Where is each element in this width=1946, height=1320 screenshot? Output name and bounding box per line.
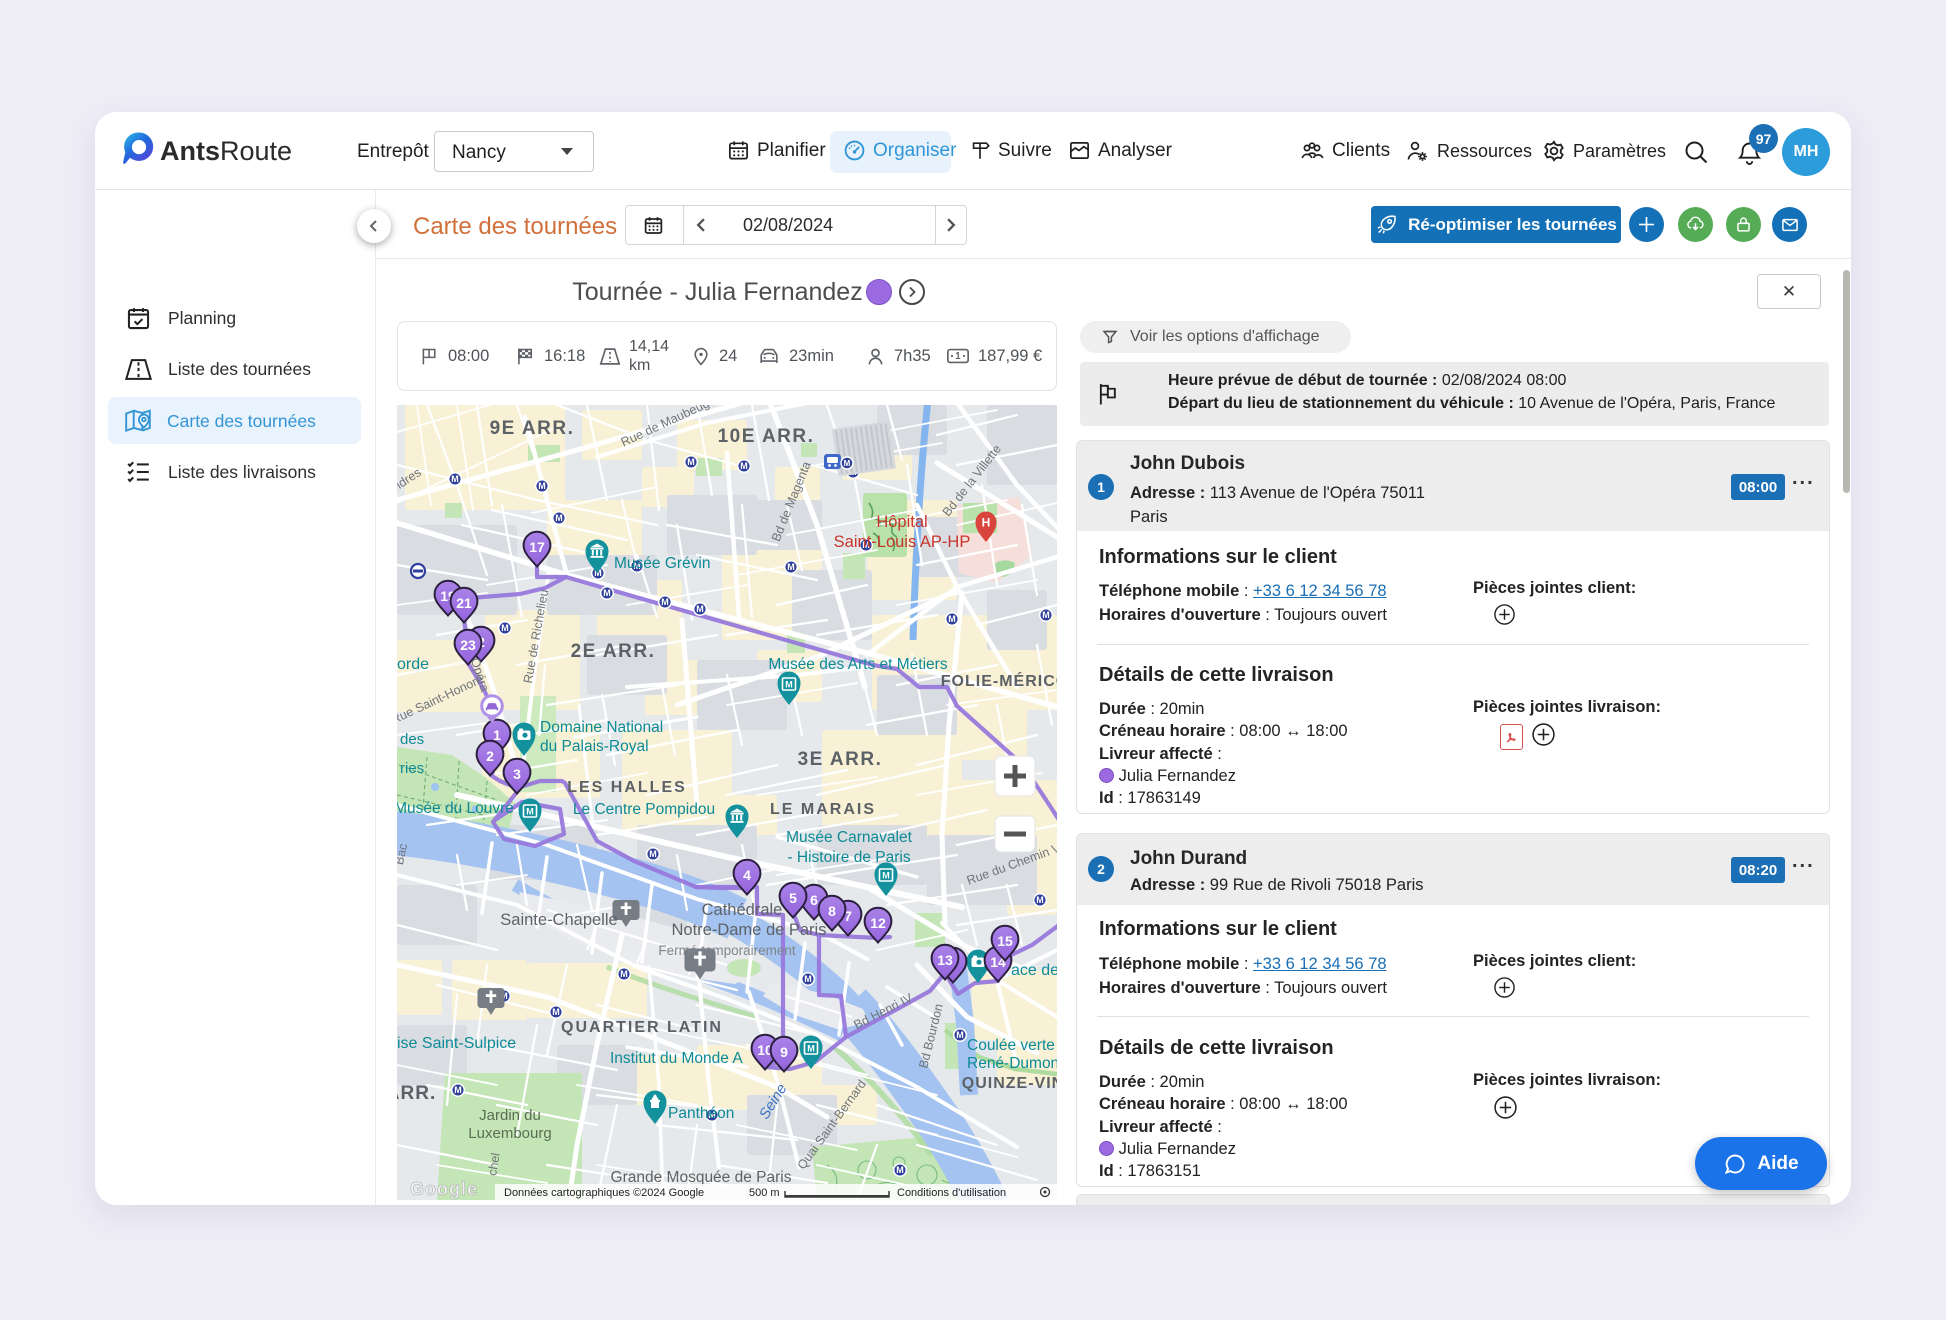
svg-text:LES HALLES: LES HALLES [567, 779, 687, 796]
svg-text:13: 13 [937, 952, 953, 968]
svg-text:Domaine National: Domaine National [540, 719, 663, 736]
svg-text:M: M [807, 1044, 815, 1054]
svg-text:12: 12 [870, 915, 886, 931]
svg-text:M: M [844, 459, 851, 468]
svg-text:Musée du Louvre: Musée du Louvre [397, 800, 514, 817]
svg-text:M: M [882, 871, 890, 881]
svg-text:23: 23 [460, 637, 476, 653]
svg-text:M: M [501, 623, 509, 633]
svg-text:M: M [620, 969, 628, 979]
svg-text:Données cartographiques ©2024: Données cartographiques ©2024 Google [504, 1187, 704, 1199]
svg-text:M: M [687, 457, 695, 467]
svg-text:René-Dumon: René-Dumon [967, 1055, 1057, 1072]
svg-text:500 m: 500 m [749, 1187, 780, 1199]
svg-text:H: H [982, 516, 991, 530]
svg-text:2E ARR.: 2E ARR. [571, 641, 656, 662]
svg-text:3: 3 [513, 766, 521, 782]
svg-text:Notre-Dame de Paris: Notre-Dame de Paris [672, 921, 827, 939]
svg-text:Fermé temporairement: Fermé temporairement [658, 943, 796, 958]
svg-text:Musée Grévin: Musée Grévin [614, 555, 710, 572]
svg-text:M: M [785, 680, 793, 690]
svg-text:M: M [1036, 895, 1044, 905]
svg-text:1: 1 [955, 351, 961, 362]
svg-text:QUARTIER LATIN: QUARTIER LATIN [561, 1019, 723, 1036]
svg-text:1: 1 [493, 727, 501, 743]
svg-text:15: 15 [997, 933, 1013, 949]
svg-text:Google: Google [410, 1179, 478, 1199]
svg-text:Grande Mosquée de Paris: Grande Mosquée de Paris [611, 1169, 792, 1186]
svg-text:LE MARAIS: LE MARAIS [770, 801, 876, 818]
svg-text:17: 17 [529, 539, 545, 555]
svg-text:Conditions d'utilisation: Conditions d'utilisation [897, 1187, 1006, 1199]
svg-text:M: M [661, 597, 669, 607]
svg-text:ries: ries [400, 760, 424, 777]
svg-text:6: 6 [810, 892, 818, 908]
svg-text:M: M [696, 604, 704, 614]
svg-text:M: M [896, 1165, 904, 1175]
svg-text:- Histoire de Paris: - Histoire de Paris [787, 849, 910, 866]
svg-text:du Palais-Royal: du Palais-Royal [540, 738, 649, 755]
svg-text:Saint-Louis AP-HP: Saint-Louis AP-HP [834, 533, 971, 551]
svg-text:Sainte-Chapelle: Sainte-Chapelle [500, 911, 617, 929]
svg-text:M: M [956, 1030, 964, 1040]
svg-text:M: M [454, 1085, 462, 1095]
svg-text:M: M [526, 807, 534, 817]
svg-text:Musée Carnavalet: Musée Carnavalet [786, 829, 912, 846]
svg-text:21: 21 [456, 595, 472, 611]
svg-text:M: M [804, 974, 812, 984]
svg-text:2: 2 [486, 748, 494, 764]
svg-text:5: 5 [789, 890, 797, 906]
svg-text:Coulée verte: Coulée verte [967, 1037, 1055, 1054]
svg-text:Institut du Monde A: Institut du Monde A [610, 1050, 743, 1067]
svg-text:QUINZE-VIN: QUINZE-VIN [962, 1075, 1057, 1092]
svg-text:orde: orde [397, 656, 429, 673]
svg-text:Luxembourg: Luxembourg [468, 1125, 551, 1142]
svg-text:M: M [948, 614, 956, 624]
svg-text:10E ARR.: 10E ARR. [718, 426, 815, 447]
svg-text:des: des [400, 731, 424, 748]
svg-text:FOLIE-MÉRICO: FOLIE-MÉRICO [941, 671, 1057, 690]
svg-text:Panthéon: Panthéon [668, 1105, 734, 1122]
svg-text:ise Saint-Sulpice: ise Saint-Sulpice [397, 1035, 516, 1052]
svg-text:M: M [555, 513, 563, 523]
svg-text:9: 9 [780, 1044, 788, 1060]
svg-text:ARR.: ARR. [397, 1083, 436, 1104]
svg-text:Musée des Arts et Métiers: Musée des Arts et Métiers [768, 656, 947, 673]
svg-text:M: M [1042, 610, 1050, 620]
svg-text:M: M [552, 1007, 560, 1017]
svg-text:8: 8 [828, 903, 836, 919]
svg-text:3E ARR.: 3E ARR. [798, 749, 883, 770]
svg-text:9E ARR.: 9E ARR. [490, 418, 575, 439]
svg-text:M: M [538, 481, 546, 491]
svg-text:Le Centre Pompidou: Le Centre Pompidou [573, 801, 715, 818]
svg-text:4: 4 [743, 867, 751, 883]
svg-text:M: M [649, 849, 657, 859]
svg-text:M: M [603, 588, 611, 598]
svg-text:Cathédrale: Cathédrale [702, 901, 783, 919]
svg-text:M: M [451, 474, 459, 484]
svg-text:ace de: ace de [1011, 962, 1057, 979]
svg-text:M: M [740, 461, 748, 471]
svg-text:Jardin du: Jardin du [479, 1107, 541, 1124]
svg-text:M: M [787, 562, 795, 572]
svg-text:Hôpital: Hôpital [876, 513, 927, 531]
